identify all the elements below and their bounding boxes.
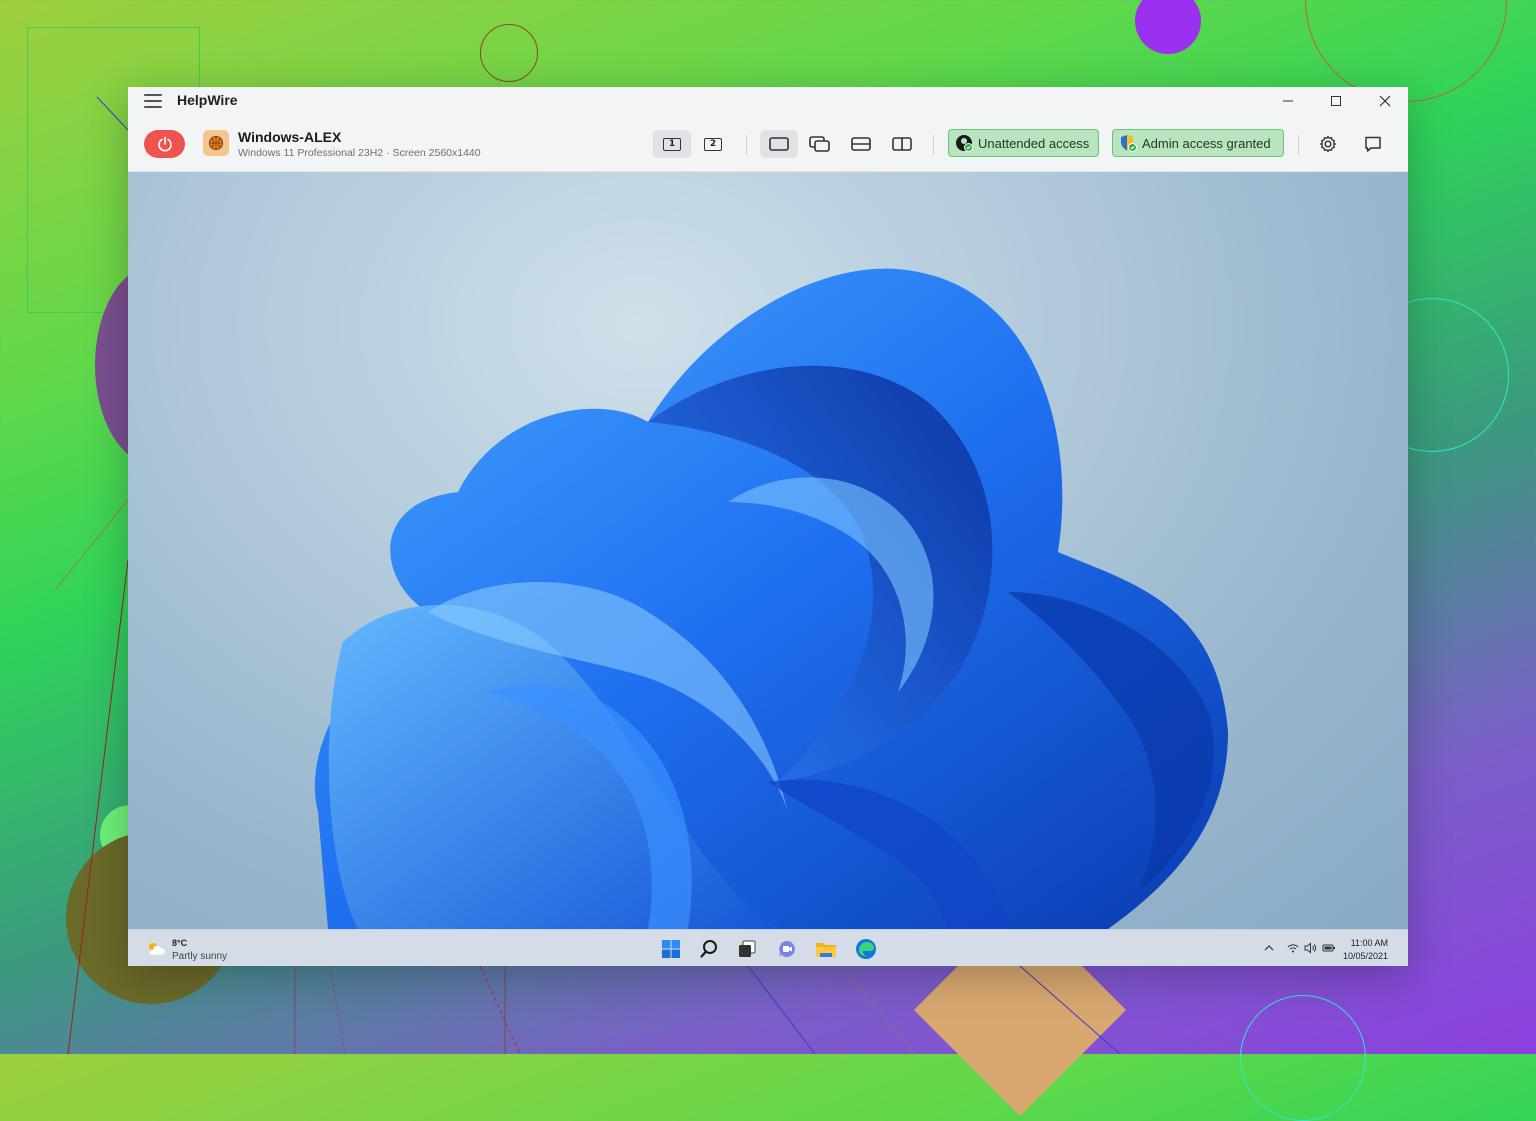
search-button[interactable] xyxy=(697,937,721,961)
teams-chat-button[interactable] xyxy=(775,937,799,961)
monitor-2-button[interactable]: 2 xyxy=(694,130,732,158)
windows-logo-icon xyxy=(662,940,680,958)
disconnect-button[interactable] xyxy=(144,130,185,158)
wifi-icon[interactable] xyxy=(1287,942,1299,954)
edge-icon xyxy=(856,939,876,959)
start-button[interactable] xyxy=(659,937,683,961)
chevron-up-icon[interactable] xyxy=(1264,944,1274,952)
admin-access-label: Admin access granted xyxy=(1142,135,1271,151)
overlap-view-button[interactable] xyxy=(801,130,839,158)
clock-time[interactable]: 11:00 AM xyxy=(1351,938,1388,948)
close-icon xyxy=(1379,95,1391,107)
chat-icon xyxy=(1365,136,1381,152)
menu-icon[interactable] xyxy=(144,94,162,108)
weather-description: Partly sunny xyxy=(172,951,228,962)
split-horizontal-button[interactable] xyxy=(842,130,880,158)
battery-icon[interactable] xyxy=(1322,942,1336,954)
title-bar: HelpWire xyxy=(128,87,1408,115)
session-toolbar: Windows-ALEX Windows 11 Professional 23H… xyxy=(128,115,1408,172)
close-button[interactable] xyxy=(1362,89,1408,113)
split-vertical-icon xyxy=(892,137,912,151)
maximize-button[interactable] xyxy=(1313,89,1359,113)
gear-icon xyxy=(1320,135,1336,153)
admin-access-badge[interactable]: Admin access granted xyxy=(1112,129,1284,157)
remote-taskbar: 8°C Partly sunny 11:00 AM 10/05/2021 xyxy=(128,929,1408,966)
split-horizontal-icon xyxy=(851,137,871,151)
unattended-access-icon xyxy=(956,135,973,152)
unattended-access-badge[interactable]: Unattended access xyxy=(948,129,1099,157)
weather-temperature: 8°C xyxy=(172,938,188,948)
toolbar-divider xyxy=(933,135,934,155)
toolbar-divider xyxy=(746,135,747,155)
monitor-1-button[interactable]: 1 xyxy=(653,130,691,158)
file-explorer-button[interactable] xyxy=(814,937,838,961)
edge-browser-button[interactable] xyxy=(854,937,878,961)
minimize-button[interactable] xyxy=(1265,89,1311,113)
single-view-button[interactable] xyxy=(760,130,798,158)
toolbar-divider xyxy=(1298,135,1299,155)
helpwire-window: HelpWire Windows-ALEX Windows 11 Profess… xyxy=(128,87,1408,966)
monitor-2-label: 2 xyxy=(704,137,722,151)
power-icon xyxy=(157,136,172,152)
split-vertical-button[interactable] xyxy=(883,130,921,158)
overlapping-windows-icon xyxy=(809,136,830,152)
speaker-icon[interactable] xyxy=(1304,942,1317,954)
task-view-icon xyxy=(739,940,756,957)
basketball-icon xyxy=(209,136,223,150)
clock-date[interactable]: 10/05/2021 xyxy=(1343,951,1388,961)
remote-desktop-view[interactable] xyxy=(128,172,1408,929)
single-screen-icon xyxy=(769,137,789,151)
unattended-access-label: Unattended access xyxy=(978,135,1090,151)
minimize-icon xyxy=(1283,100,1293,102)
teams-chat-icon xyxy=(779,941,795,957)
task-view-button[interactable] xyxy=(735,937,759,961)
device-details: Windows 11 Professional 23H2 · Screen 25… xyxy=(238,147,481,159)
folder-icon xyxy=(816,943,836,957)
chat-button[interactable] xyxy=(1354,130,1392,158)
partly-sunny-icon[interactable] xyxy=(146,941,166,957)
device-name: Windows-ALEX xyxy=(238,129,342,145)
search-icon xyxy=(700,940,717,958)
shield-icon xyxy=(1121,135,1137,152)
monitor-1-label: 1 xyxy=(663,137,681,151)
device-avatar xyxy=(203,130,229,156)
settings-button[interactable] xyxy=(1309,130,1347,158)
maximize-icon xyxy=(1331,96,1341,106)
windows-11-bloom-wallpaper xyxy=(314,268,1229,929)
app-title: HelpWire xyxy=(177,92,238,108)
